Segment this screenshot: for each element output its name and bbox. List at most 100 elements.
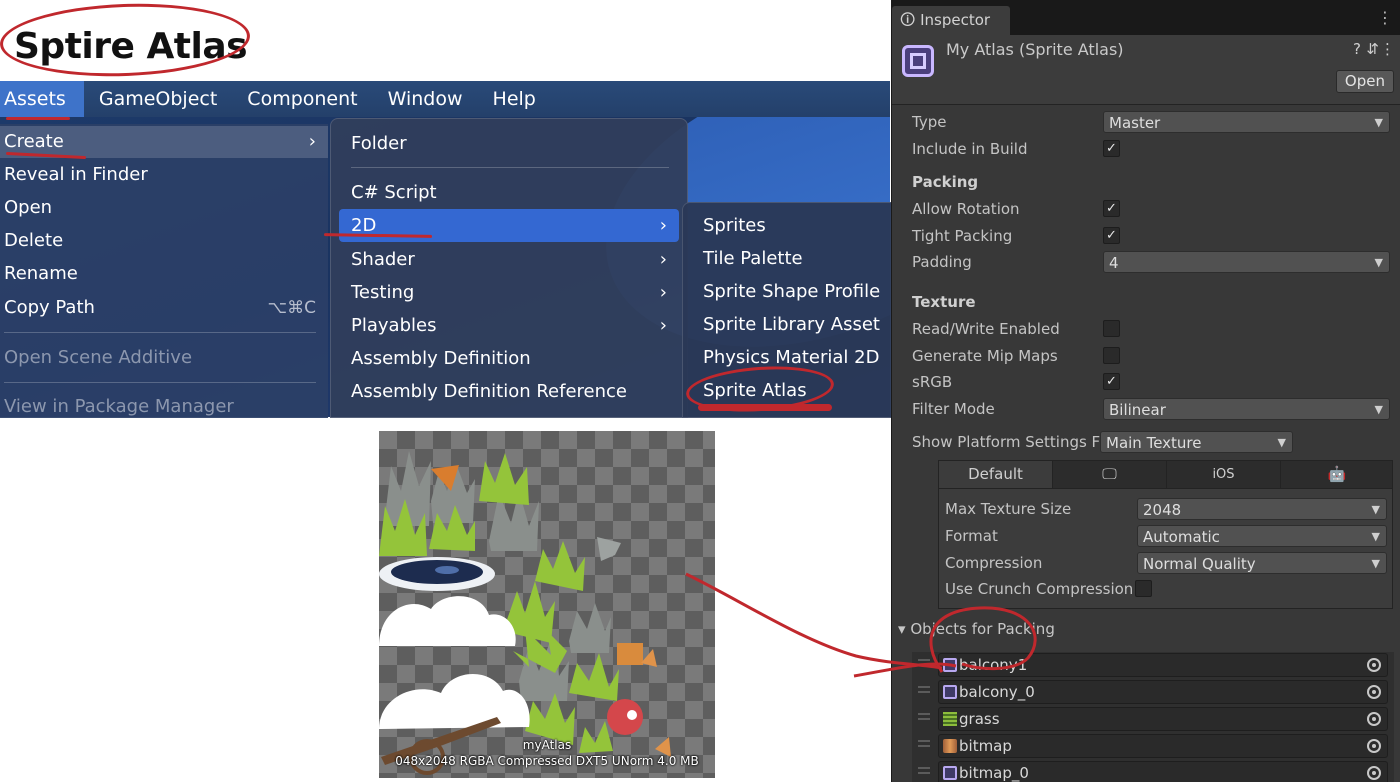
list-item[interactable]: bitmap xyxy=(912,733,1394,759)
menubar-component[interactable]: Component xyxy=(232,81,372,117)
sprite-puddle-highlight xyxy=(435,566,459,574)
menu-item-sprite-shape-profile[interactable]: Sprite Shape Profile xyxy=(703,275,893,308)
drag-handle-icon[interactable] xyxy=(918,767,930,774)
menubar-assets[interactable]: Assets xyxy=(0,81,84,117)
platform-settings-dropdown[interactable]: Main Texture ▼ xyxy=(1100,431,1293,453)
menubar-window[interactable]: Window xyxy=(373,81,478,117)
filter-mode-dropdown[interactable]: Bilinear ▼ xyxy=(1103,398,1390,420)
annotation-underline-sprite-atlas xyxy=(698,404,832,411)
menu-item-assembly-definition-reference[interactable]: Assembly Definition Reference xyxy=(339,375,679,408)
presets-icon[interactable]: ⇵ xyxy=(1366,40,1379,58)
tight-packing-label: Tight Packing xyxy=(912,227,1013,245)
menubar-gameobject[interactable]: GameObject xyxy=(84,81,232,117)
inspector-header: My Atlas (Sprite Atlas) ? ⇵ ⋮ Open xyxy=(892,35,1400,105)
kebab-menu-icon[interactable]: ⋮ xyxy=(1380,40,1395,58)
caret-down-icon: ▼ xyxy=(1371,530,1380,543)
sprite-icon xyxy=(943,766,957,780)
menu-item-copy-path[interactable]: Copy Path ⌥⌘C xyxy=(0,292,328,324)
kebab-menu-icon[interactable]: ⋮ xyxy=(1377,8,1393,27)
tab-inspector[interactable]: 🛈 Inspector xyxy=(892,6,1010,35)
atlas-sprites xyxy=(379,451,671,775)
help-icon[interactable]: ? xyxy=(1353,40,1361,58)
menu-item-tile-palette[interactable]: Tile Palette xyxy=(703,242,893,275)
object-picker-icon[interactable] xyxy=(1367,739,1381,753)
menu-item-folder[interactable]: Folder xyxy=(339,127,679,160)
texture-grass-icon xyxy=(943,712,957,726)
max-texture-size-dropdown[interactable]: 2048 ▼ xyxy=(1137,498,1387,520)
tab-standalone[interactable]: 🖵 xyxy=(1053,461,1167,488)
caret-down-icon: ▼ xyxy=(1277,436,1286,449)
menu-item-delete[interactable]: Delete xyxy=(0,225,328,257)
object-picker-icon[interactable] xyxy=(1367,658,1381,672)
padding-dropdown[interactable]: 4 ▼ xyxy=(1103,251,1390,273)
atlas-name-label: myAtlas xyxy=(522,738,572,752)
menu-item-sprites[interactable]: Sprites xyxy=(703,209,893,242)
type-label: Type xyxy=(912,113,947,131)
compression-dropdown[interactable]: Normal Quality ▼ xyxy=(1137,552,1387,574)
menu-item-sprite-library-asset[interactable]: Sprite Library Asset xyxy=(703,308,893,341)
tight-packing-checkbox[interactable]: ✓ xyxy=(1103,227,1120,244)
dropdown-value: Bilinear xyxy=(1109,401,1166,419)
caret-down-icon: ▼ xyxy=(1374,403,1383,416)
menu-item-reveal-in-finder[interactable]: Reveal in Finder xyxy=(0,159,328,191)
menu-item-playables[interactable]: Playables › xyxy=(339,309,679,342)
object-picker-icon[interactable] xyxy=(1367,685,1381,699)
sprite-grey-rock xyxy=(597,537,621,561)
allow-rotation-label: Allow Rotation xyxy=(912,200,1020,218)
menu-item-shader[interactable]: Shader › xyxy=(339,243,679,276)
generate-mipmaps-checkbox[interactable] xyxy=(1103,347,1120,364)
menubar-help[interactable]: Help xyxy=(478,81,551,117)
menu-item-csharp-script[interactable]: C# Script xyxy=(339,176,679,209)
atlas-preview: myAtlas 048x2048 RGBA Compressed DXT5 UN… xyxy=(379,431,715,778)
object-field[interactable]: bitmap xyxy=(938,734,1388,758)
annotation-loop xyxy=(929,606,1037,673)
read-write-checkbox[interactable] xyxy=(1103,320,1120,337)
list-item[interactable]: bitmap_0 xyxy=(912,760,1394,782)
tab-android[interactable]: 🤖 xyxy=(1281,461,1393,488)
crunch-compression-checkbox[interactable] xyxy=(1135,580,1152,597)
object-field[interactable]: bitmap_0 xyxy=(938,761,1388,782)
dropdown-value: 2048 xyxy=(1143,501,1182,519)
menu-item-rename[interactable]: Rename xyxy=(0,258,328,290)
object-name: bitmap xyxy=(959,737,1012,755)
caret-down-icon: ▼ xyxy=(1374,116,1383,129)
menu-item-assembly-definition[interactable]: Assembly Definition xyxy=(339,342,679,375)
tab-ios[interactable]: iOS xyxy=(1167,461,1281,488)
allow-rotation-checkbox[interactable]: ✓ xyxy=(1103,200,1120,217)
object-picker-icon[interactable] xyxy=(1367,766,1381,780)
include-in-build-label: Include in Build xyxy=(912,140,1028,158)
include-in-build-checkbox[interactable]: ✓ xyxy=(1103,140,1120,157)
annotation-oval-title xyxy=(0,0,252,81)
menu-item-testing[interactable]: Testing › xyxy=(339,276,679,309)
format-dropdown[interactable]: Automatic ▼ xyxy=(1137,525,1387,547)
sprite-green-foliage xyxy=(569,653,619,701)
menu-item-view-in-package-manager: View in Package Manager xyxy=(4,396,234,417)
srgb-checkbox[interactable]: ✓ xyxy=(1103,373,1120,390)
open-button[interactable]: Open xyxy=(1335,70,1394,93)
dropdown-value: 4 xyxy=(1109,254,1119,272)
menu-separator xyxy=(4,382,316,383)
create-submenu: Folder C# Script 2D › Shader › Testing ›… xyxy=(330,118,688,418)
max-texture-size-label: Max Texture Size xyxy=(945,500,1072,518)
sprite-atlas-icon xyxy=(902,45,934,77)
chevron-right-icon: › xyxy=(659,282,667,303)
tab-default[interactable]: Default xyxy=(939,461,1053,488)
sprite-crate xyxy=(641,649,657,667)
drag-handle-icon[interactable] xyxy=(918,713,930,720)
padding-label: Padding xyxy=(912,253,972,271)
annotation-arrow-curve xyxy=(685,572,943,670)
texture-header: Texture xyxy=(912,293,976,311)
sprite-crate xyxy=(617,643,643,665)
dropdown-value: Automatic xyxy=(1143,528,1220,546)
object-picker-icon[interactable] xyxy=(1367,712,1381,726)
platform-settings-label: Show Platform Settings F xyxy=(912,433,1101,451)
drag-handle-icon[interactable] xyxy=(918,740,930,747)
menu-item-open[interactable]: Open xyxy=(0,192,328,224)
platform-tabs: Default 🖵 iOS 🤖 xyxy=(938,460,1393,489)
object-name: bitmap_0 xyxy=(959,764,1029,782)
chevron-right-icon: › xyxy=(659,249,667,270)
annotation-arrow xyxy=(685,572,1037,678)
object-field[interactable]: grass xyxy=(938,707,1388,731)
type-dropdown[interactable]: Master ▼ xyxy=(1103,111,1390,133)
sprite-pig xyxy=(607,699,643,735)
